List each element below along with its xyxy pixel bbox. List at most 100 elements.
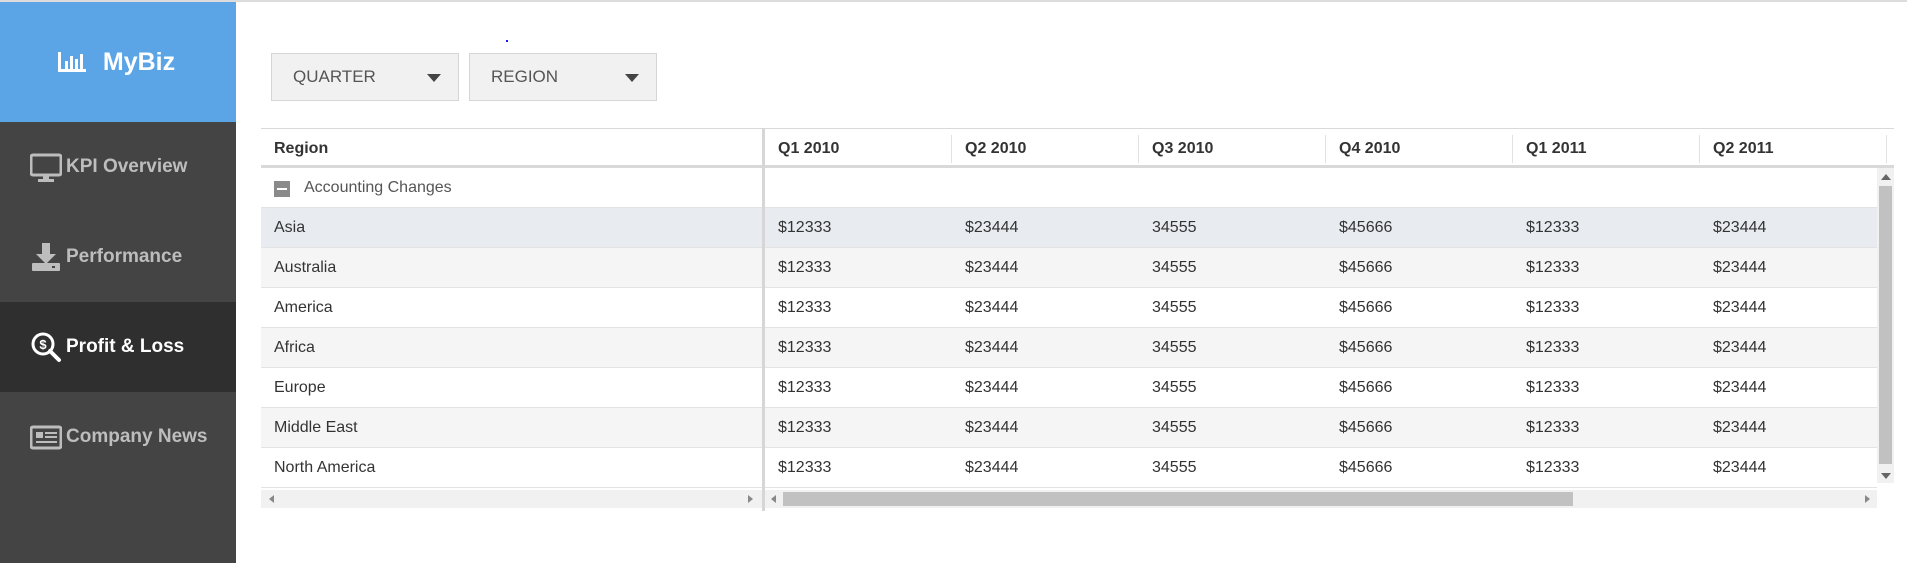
- cell-q2-2010: $23444: [965, 299, 1019, 316]
- column-header-q2-2010[interactable]: Q2 2010: [952, 129, 1139, 166]
- column-header-q3-2010[interactable]: Q3 2010: [1139, 129, 1326, 166]
- cell-region: Australia: [274, 259, 337, 276]
- cell-q2-2010: $23444: [965, 259, 1019, 276]
- region-dropdown-label: REGION: [491, 67, 559, 86]
- scroll-left-arrow-icon[interactable]: [269, 495, 274, 503]
- cell-q2-2011: $23444: [1713, 259, 1767, 276]
- table-row[interactable]: Middle East $12333 $23444 34555 $45666 $12333…: [261, 408, 1877, 448]
- cell-q1-2011: $12333: [1526, 419, 1580, 436]
- brand-name: MyBiz: [102, 47, 176, 76]
- scroll-up-arrow-icon[interactable]: [1881, 174, 1891, 180]
- group-label: Accounting Changes: [304, 179, 452, 196]
- horizontal-scroll-thumb[interactable]: [783, 492, 1573, 506]
- cell-region: America: [274, 299, 333, 316]
- grid-header: Region Q1 2010 Q2 2010 Q3 2010 Q4 2010 Q…: [261, 128, 1894, 168]
- cell-q1-2011: $12333: [1526, 219, 1580, 236]
- table-row[interactable]: Europe $12333 $23444 34555 $45666 $12333 $2344…: [261, 368, 1877, 408]
- column-divider[interactable]: [1886, 135, 1887, 163]
- cell-q3-2010: 34555: [1152, 339, 1197, 356]
- cell-q2-2010: $23444: [965, 419, 1019, 436]
- cell-q2-2011: $23444: [1713, 299, 1767, 316]
- svg-text:$: $: [39, 337, 47, 352]
- cell-q1-2010: $12333: [778, 299, 832, 316]
- cell-q2-2011: $23444: [1713, 379, 1767, 396]
- cell-q2-2011: $23444: [1713, 339, 1767, 356]
- cell-q4-2010: $45666: [1339, 259, 1393, 276]
- table-row[interactable]: North America $12333 $23444 34555 $45666 $123…: [261, 448, 1877, 488]
- sidebar-item-label: KPI Overview: [66, 156, 188, 177]
- table-row[interactable]: Asia $12333 $23444 34555 $45666 $12333 $23444: [261, 208, 1877, 248]
- cell-q1-2011: $12333: [1526, 459, 1580, 476]
- cell-q4-2010: $45666: [1339, 299, 1393, 316]
- data-grid: Region Q1 2010 Q2 2010 Q3 2010 Q4 2010 Q…: [261, 128, 1894, 511]
- brand-header[interactable]: MyBiz: [0, 2, 236, 122]
- group-row: Accounting Changes: [261, 168, 1877, 208]
- column-header-region[interactable]: Region: [261, 129, 762, 166]
- scroll-right-arrow-icon[interactable]: [1865, 495, 1870, 503]
- cell-q3-2010: 34555: [1152, 459, 1197, 476]
- collapse-icon[interactable]: [274, 181, 290, 197]
- cell-q1-2011: $12333: [1526, 339, 1580, 356]
- cell-q4-2010: $45666: [1339, 339, 1393, 356]
- download-icon: [32, 243, 60, 271]
- column-header-q1-2011[interactable]: Q1 2011: [1513, 129, 1700, 166]
- scroll-right-arrow-icon[interactable]: [748, 495, 753, 503]
- cell-q3-2010: 34555: [1152, 259, 1197, 276]
- cell-q1-2010: $12333: [778, 339, 832, 356]
- cell-region: Europe: [274, 379, 326, 396]
- scroll-left-arrow-icon[interactable]: [771, 495, 776, 503]
- table-row[interactable]: Australia $12333 $23444 34555 $45666 $12333 $2…: [261, 248, 1877, 288]
- cell-q4-2010: $45666: [1339, 459, 1393, 476]
- sidebar-item-label: Performance: [66, 246, 183, 267]
- vertical-scroll-thumb[interactable]: [1879, 186, 1892, 464]
- cell-q1-2011: $12333: [1526, 259, 1580, 276]
- cell-q2-2011: $23444: [1713, 219, 1767, 236]
- table-row[interactable]: America $12333 $23444 34555 $45666 $12333 $234…: [261, 288, 1877, 328]
- cell-q2-2011: $23444: [1713, 419, 1767, 436]
- cell-q1-2011: $12333: [1526, 299, 1580, 316]
- region-dropdown[interactable]: REGION: [469, 53, 657, 101]
- column-header-q2-2011[interactable]: Q2 2011: [1700, 129, 1887, 166]
- column-header-q1-2010[interactable]: Q1 2010: [765, 129, 952, 166]
- sidebar-item-company-news[interactable]: Company News: [0, 392, 236, 482]
- sidebar-item-profit-loss[interactable]: $ Profit & Loss: [0, 302, 236, 392]
- frozen-horizontal-scrollbar[interactable]: [261, 490, 762, 508]
- cell-q4-2010: $45666: [1339, 379, 1393, 396]
- column-header-q4-2010[interactable]: Q4 2010: [1326, 129, 1513, 166]
- sidebar-item-label: Profit & Loss: [66, 336, 185, 357]
- cell-q3-2010: 34555: [1152, 419, 1197, 436]
- cell-q1-2010: $12333: [778, 419, 832, 436]
- cell-q2-2011: $23444: [1713, 459, 1767, 476]
- cell-q1-2010: $12333: [778, 219, 832, 236]
- bar-chart-icon: [57, 52, 86, 72]
- frozen-column-divider: [762, 128, 765, 511]
- scroll-down-arrow-icon[interactable]: [1881, 473, 1891, 479]
- chevron-down-icon: [427, 74, 441, 82]
- quarter-dropdown[interactable]: QUARTER: [271, 53, 459, 101]
- chevron-down-icon: [625, 74, 639, 82]
- cell-q1-2010: $12333: [778, 459, 832, 476]
- cell-q1-2011: $12333: [1526, 379, 1580, 396]
- horizontal-scrollbar[interactable]: [765, 490, 1877, 508]
- cell-q2-2010: $23444: [965, 339, 1019, 356]
- cell-q1-2010: $12333: [778, 259, 832, 276]
- sidebar-item-label: Company News: [66, 426, 208, 447]
- sidebar: MyBiz KPI Overview Performance $ Profit …: [0, 2, 236, 563]
- cell-q3-2010: 34555: [1152, 299, 1197, 316]
- sidebar-item-kpi-overview[interactable]: KPI Overview: [0, 122, 236, 212]
- vertical-scrollbar[interactable]: [1877, 168, 1894, 483]
- cell-q4-2010: $45666: [1339, 419, 1393, 436]
- cell-q1-2010: $12333: [778, 379, 832, 396]
- cell-region: Africa: [274, 339, 315, 356]
- cell-q2-2010: $23444: [965, 459, 1019, 476]
- cell-region: Middle East: [274, 419, 358, 436]
- quarter-dropdown-label: QUARTER: [293, 67, 376, 86]
- cell-q4-2010: $45666: [1339, 219, 1393, 236]
- cell-region: North America: [274, 459, 376, 476]
- newspaper-icon: [30, 425, 62, 450]
- table-row[interactable]: Africa $12333 $23444 34555 $45666 $12333 $2344…: [261, 328, 1877, 368]
- cell-q2-2010: $23444: [965, 219, 1019, 236]
- sidebar-item-performance[interactable]: Performance: [0, 212, 236, 302]
- magnifier-dollar-icon: $: [31, 332, 61, 362]
- cell-q2-2010: $23444: [965, 379, 1019, 396]
